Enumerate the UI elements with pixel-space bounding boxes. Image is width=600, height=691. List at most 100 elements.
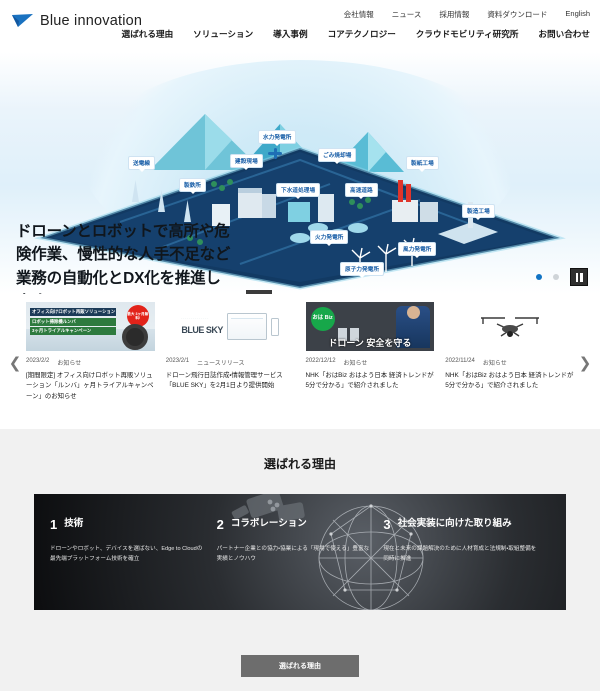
news-card-date: 2022/11/24 <box>445 358 475 364</box>
map-label-sewage-plant: 下水道処理場 <box>276 183 321 199</box>
reason-description: 現在と未来の課題解決のために人材育成と法規制・取組整備を同時に推進 <box>383 545 537 562</box>
map-label-wind-power-plant: 風力発電所 <box>398 242 437 258</box>
hero-headline-line-2: 険作業、慢性的な人手不足など <box>16 246 231 264</box>
main-nav-item-solution[interactable]: ソリューション <box>193 28 253 40</box>
news-card-meta: 2022/12/12 お知らせ <box>306 358 435 367</box>
main-nav-item-reasons[interactable]: 選ばれる理由 <box>122 28 174 40</box>
news-card-category: お知らせ <box>482 361 507 367</box>
reasons-banner: 1 技術 ドローンやロボット、デバイスを選ばない、Edge to Cloudの最… <box>34 494 566 610</box>
reason-number: 3 <box>383 517 391 532</box>
pause-icon-bar-left <box>575 272 578 282</box>
utility-nav-item-news[interactable]: ニュース <box>392 9 422 20</box>
map-label-incineration-plant: ごみ焼却場 <box>318 148 357 164</box>
news-card-thumbnail <box>445 302 574 351</box>
news-card-category: ニュースリリース <box>197 361 245 367</box>
news-card-thumbnail: オフィス向けロボット再販ソリューション ロボット掃除機ルンバ 3ヶ月トライアルキ… <box>26 302 155 351</box>
utility-nav-item-downloads[interactable]: 資料ダウンロード <box>487 9 547 20</box>
reason-description: ドローンやロボット、デバイスを選ばない、Edge to Cloudの最先端プラッ… <box>50 545 203 562</box>
phone-icon <box>270 317 279 336</box>
map-label-highway: 高速道路 <box>345 183 378 199</box>
news-card-list: オフィス向けロボット再販ソリューション ロボット掃除機ルンバ 3ヶ月トライアルキ… <box>26 302 574 402</box>
hero-headline: ドローンとロボットで高所や危 険作業、慢性的な人手不足など 業務の自動化とDX化… <box>16 220 260 294</box>
news-card[interactable]: おは Biz ドローン 安全を守る 2022/12/12 お知らせ NHK「おは… <box>305 302 435 402</box>
main-nav-item-technology[interactable]: コアテクノロジー <box>328 28 396 40</box>
main-nav-item-contact[interactable]: お問い合わせ <box>538 28 590 40</box>
logo-dot-row: ·············· <box>181 315 210 320</box>
main-nav-item-cases[interactable]: 導入事例 <box>273 28 307 40</box>
thumb-headline: ドローン 安全を守る <box>306 336 435 349</box>
reason-column-2: 2 コラボレーション パートナー企業との協力・協業による「現場で使える」豊富な実… <box>217 518 384 610</box>
reasons-section: 選ばれる理由 1 技術 ドローンやロボット、デバイスを選ばない、Edge to … <box>0 429 600 691</box>
site-logo[interactable]: Blue innovation <box>12 13 142 29</box>
hero-carousel[interactable]: 送電線 製鉄所 建設現場 水力発電所 ごみ焼却場 下水道処理場 高速道路 製紙工… <box>0 52 600 294</box>
news-card-thumbnail: ·············· BLUE SKY <box>165 302 295 351</box>
news-card-title[interactable]: NHK「おはBiz おはよう日本 経済トレンドが5分で分かる」で紹介されました <box>306 371 435 392</box>
news-card-meta: 2023/2/2 お知らせ <box>26 358 155 367</box>
news-card-date: 2023/2/2 <box>26 358 50 364</box>
main-nav-item-lab[interactable]: クラウドモビリティ研究所 <box>416 28 519 40</box>
news-card[interactable]: オフィス向けロボット再販ソリューション ロボット掃除機ルンバ 3ヶ月トライアルキ… <box>26 302 155 402</box>
thumb-robot-vacuum-icon <box>121 324 148 350</box>
reason-name: コラボレーション <box>230 518 307 529</box>
thumb-caption-band: オフィス向けロボット再販ソリューション ロボット掃除機ルンバ 3ヶ月トライアルキ… <box>30 308 116 337</box>
pause-icon-bar-right <box>580 272 583 282</box>
utility-nav-item-recruit[interactable]: 採用情報 <box>439 9 469 20</box>
utility-nav-item-company[interactable]: 会社情報 <box>344 9 374 20</box>
reason-number: 1 <box>50 517 58 532</box>
ohabiz-badge-icon: おは Biz <box>310 307 335 331</box>
reason-column-3: 3 社会実装に向けた取り組み 現在と未来の課題解決のために人材育成と法規制・取組… <box>383 518 550 610</box>
reason-description: パートナー企業との協力・協業による「現場で使える」豊富な実績とノウハウ <box>216 545 370 562</box>
news-card-category: お知らせ <box>343 361 368 367</box>
news-card-title[interactable]: ドローン飛行日誌作成・情報管理サービス「BLUE SKY」を2月1日より提供開始 <box>166 371 295 392</box>
map-label-hydro-power-plant: 水力発電所 <box>258 130 297 146</box>
news-prev-button[interactable]: ❮ <box>8 352 22 374</box>
section-title: 選ばれる理由 <box>263 457 336 471</box>
hero-headline-line-3: 業務の自動化とDX化を推進し <box>16 269 221 287</box>
map-label-transmission-line: 送電線 <box>128 156 156 172</box>
map-label-steel-works: 製鉄所 <box>179 178 207 194</box>
news-card-title[interactable]: NHK「おはBiz おはよう日本 経済トレンドが5分で分かる」で紹介されました <box>445 371 574 392</box>
blue-sky-logo: ·············· BLUE SKY <box>181 316 223 338</box>
news-card-meta: 2023/2/1 ニュースリリース <box>166 358 295 367</box>
paper-plane-icon <box>12 14 33 27</box>
utility-nav-item-english[interactable]: English <box>565 9 590 20</box>
thumb-caption-line-3: 3ヶ月トライアルキャンペーン <box>30 327 116 335</box>
map-label-construction-site: 建設現場 <box>230 154 263 170</box>
news-card-category: お知らせ <box>57 361 82 367</box>
reason-heading: 1 技術 <box>50 518 207 532</box>
news-card-title[interactable]: [期間限定] オフィス向けロボット再販ソリューション「ルンバ」ヶ月トライアルキャ… <box>26 371 155 402</box>
hero-headline-line-1: ドローンとロボットで高所や危 <box>16 223 230 240</box>
hero-dot-2[interactable] <box>553 274 559 280</box>
hero-pause-button[interactable] <box>570 268 588 286</box>
news-carousel: ❮ ❯ オフィス向けロボット再販ソリューション ロボット掃除機ルンバ 3ヶ月トラ… <box>0 294 600 429</box>
map-label-thermal-power-plant: 火力発電所 <box>310 230 349 246</box>
hero-dot-1[interactable] <box>536 274 542 280</box>
thumb-caption-line-2: ロボット掃除機ルンバ <box>30 317 116 326</box>
reason-column-1: 1 技術 ドローンやロボット、デバイスを選ばない、Edge to Cloudの最… <box>50 518 217 610</box>
news-card-meta: 2022/11/24 お知らせ <box>445 358 574 367</box>
blue-sky-wordmark: BLUE SKY <box>181 324 223 335</box>
news-next-button[interactable]: ❯ <box>578 352 592 374</box>
news-card-date: 2023/2/1 <box>165 358 190 364</box>
news-card[interactable]: 2022/11/24 お知らせ NHK「おはBiz おはよう日本 経済トレンドが… <box>445 302 574 402</box>
thumb-headline-part-b: 安全を守る <box>366 338 412 348</box>
reason-heading: 3 社会実装に向けた取り組み <box>383 518 540 532</box>
utility-nav: 会社情報 ニュース 採用情報 資料ダウンロード English <box>344 9 590 20</box>
thumb-caption-line-1: オフィス向けロボット再販ソリューション <box>30 308 116 316</box>
reason-number: 2 <box>216 517 224 532</box>
hero-pagination <box>536 268 588 286</box>
reason-heading: 2 コラボレーション <box>217 518 374 532</box>
reason-name: 技術 <box>64 518 84 529</box>
drone-icon <box>480 316 539 337</box>
news-card[interactable]: ·············· BLUE SKY 2023/2/1 ニュースリリー… <box>165 302 295 402</box>
map-label-paper-mill: 製紙工場 <box>406 156 439 172</box>
map-label-nuclear-power-plant: 原子力発電所 <box>340 262 385 278</box>
reason-name: 社会実装に向けた取り組み <box>397 518 512 529</box>
news-card-date: 2022/12/12 <box>305 358 336 364</box>
reasons-cta-button[interactable]: 選ばれる理由 <box>241 655 359 677</box>
main-nav: 選ばれる理由 ソリューション 導入事例 コアテクノロジー クラウドモビリティ研究… <box>122 28 590 40</box>
map-label-manufacturing-plant: 製造工場 <box>462 204 495 220</box>
site-header: Blue innovation 会社情報 ニュース 採用情報 資料ダウンロード … <box>0 0 600 52</box>
news-card-thumbnail: おは Biz ドローン 安全を守る <box>305 302 435 351</box>
brand-name: Blue innovation <box>40 13 143 29</box>
